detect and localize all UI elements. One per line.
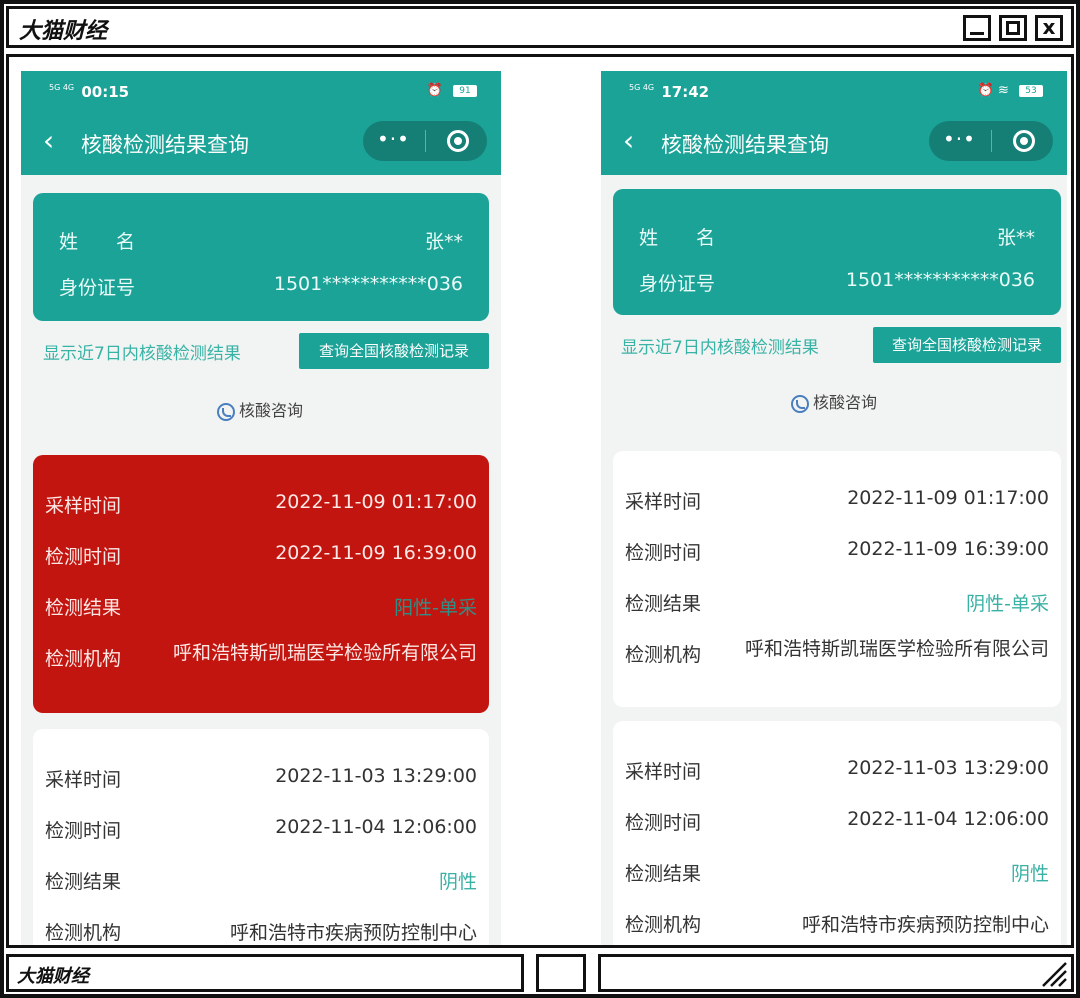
- result-value: 阳性-单采: [394, 597, 477, 619]
- back-chevron-icon[interactable]: ‹: [43, 127, 54, 155]
- close-miniprogram-icon[interactable]: [447, 130, 469, 152]
- page-title: 核酸检测结果查询: [81, 133, 249, 157]
- sample-time-value: 2022-11-09 01:17:00: [275, 491, 477, 513]
- page-title: 核酸检测结果查询: [661, 133, 829, 157]
- content-frame: 5G 4G 00:15 ⏰ 91 ‹ 核酸检测结果查询 •·• 姓 名 张** …: [6, 54, 1074, 948]
- app-header: 5G 4G 17:42 ⏰ ≋ 53 ‹ 核酸检测结果查询 •·•: [601, 71, 1067, 175]
- institution-label: 检测机构: [45, 922, 122, 944]
- status-bar-time: 5G 4G 00:15: [49, 83, 129, 101]
- window-brand: 大猫财经: [19, 19, 108, 44]
- minimize-button[interactable]: [963, 15, 991, 41]
- signal-icon: 5G 4G: [629, 83, 655, 92]
- footer-brand: 大猫财经: [17, 966, 89, 987]
- record-card[interactable]: 采样时间 2022-11-03 13:29:00 检测时间 2022-11-04…: [613, 721, 1061, 945]
- alarm-icon: ⏰: [977, 83, 994, 98]
- clock-text: 00:15: [81, 83, 130, 101]
- phone-icon: [217, 402, 235, 421]
- id-number-value: 1501***********036: [273, 273, 463, 295]
- clock-text: 17:42: [661, 83, 710, 101]
- test-time-label: 检测时间: [45, 546, 122, 568]
- name-label: 姓 名: [639, 227, 716, 249]
- app-header: 5G 4G 00:15 ⏰ 91 ‹ 核酸检测结果查询 •·•: [21, 71, 501, 175]
- status-bar-right: ⏰ 91: [427, 83, 477, 98]
- result-label: 检测结果: [625, 593, 702, 615]
- result-value: 阴性-单采: [966, 593, 1049, 615]
- consult-link[interactable]: 核酸咨询: [791, 389, 877, 413]
- miniprogram-capsule: •·•: [929, 121, 1053, 161]
- sample-time-label: 采样时间: [625, 761, 702, 783]
- institution-value: 呼和浩特市疾病预防控制中心: [229, 922, 477, 944]
- status-bar-right: ⏰ ≋ 53: [978, 83, 1043, 98]
- signal-icon: 5G 4G: [49, 83, 75, 92]
- test-time-value: 2022-11-09 16:39:00: [847, 538, 1049, 560]
- institution-label: 检测机构: [45, 648, 122, 670]
- institution-label: 检测机构: [625, 914, 702, 936]
- window-titlebar: 大猫财经 x: [6, 6, 1074, 48]
- consult-label: 核酸咨询: [813, 393, 878, 412]
- battery-icon: 53: [1019, 84, 1043, 97]
- record-card-positive[interactable]: 采样时间 2022-11-09 01:17:00 检测时间 2022-11-09…: [33, 455, 489, 713]
- name-label: 姓 名: [59, 231, 136, 253]
- sample-time-label: 采样时间: [625, 491, 702, 513]
- seven-day-hint: 显示近7日内核酸检测结果: [43, 344, 241, 364]
- test-time-label: 检测时间: [45, 820, 122, 842]
- capsule-divider: [991, 130, 992, 152]
- sample-time-label: 采样时间: [45, 495, 122, 517]
- more-icon[interactable]: •·•: [943, 127, 976, 151]
- institution-value: 呼和浩特斯凯瑞医学检验所有限公司: [172, 642, 477, 664]
- consult-label: 核酸咨询: [239, 401, 304, 420]
- result-label: 检测结果: [625, 863, 702, 885]
- institution-value: 呼和浩特斯凯瑞医学检验所有限公司: [744, 638, 1049, 660]
- institution-value: 呼和浩特市疾病预防控制中心: [801, 914, 1049, 936]
- status-bar-time: 5G 4G 17:42: [629, 83, 709, 101]
- close-button[interactable]: x: [1035, 15, 1063, 41]
- identity-card: 姓 名 张** 身份证号 1501***********036: [33, 193, 489, 321]
- sample-time-value: 2022-11-03 13:29:00: [275, 765, 477, 787]
- test-time-label: 检测时间: [625, 542, 702, 564]
- test-time-value: 2022-11-04 12:06:00: [275, 816, 477, 838]
- name-value: 张**: [996, 227, 1035, 249]
- maximize-button[interactable]: [999, 15, 1027, 41]
- phone-icon: [791, 394, 809, 413]
- footer-brand-box: 大猫财经: [6, 954, 524, 992]
- sample-time-label: 采样时间: [45, 769, 122, 791]
- phone-screenshot-left: 5G 4G 00:15 ⏰ 91 ‹ 核酸检测结果查询 •·• 姓 名 张** …: [21, 71, 501, 945]
- test-time-label: 检测时间: [625, 812, 702, 834]
- result-label: 检测结果: [45, 871, 122, 893]
- institution-label: 检测机构: [625, 644, 702, 666]
- close-miniprogram-icon[interactable]: [1013, 130, 1035, 152]
- consult-link[interactable]: 核酸咨询: [217, 397, 303, 421]
- identity-card: 姓 名 张** 身份证号 1501***********036: [613, 189, 1061, 315]
- close-icon: x: [1042, 15, 1056, 39]
- test-time-value: 2022-11-09 16:39:00: [275, 542, 477, 564]
- id-number-value: 1501***********036: [845, 269, 1035, 291]
- result-label: 检测结果: [45, 597, 122, 619]
- back-chevron-icon[interactable]: ‹: [623, 127, 634, 155]
- record-card[interactable]: 采样时间 2022-11-09 01:17:00 检测时间 2022-11-09…: [613, 451, 1061, 707]
- footer-box-wide: [598, 954, 1074, 992]
- test-time-value: 2022-11-04 12:06:00: [847, 808, 1049, 830]
- result-value: 阴性: [438, 871, 477, 893]
- result-value: 阴性: [1010, 863, 1049, 885]
- nationwide-records-button[interactable]: 查询全国核酸检测记录: [873, 327, 1061, 363]
- more-icon[interactable]: •·•: [377, 127, 410, 151]
- seven-day-hint: 显示近7日内核酸检测结果: [621, 338, 819, 358]
- name-value: 张**: [424, 231, 463, 253]
- sample-time-value: 2022-11-03 13:29:00: [847, 757, 1049, 779]
- id-number-label: 身份证号: [639, 273, 716, 295]
- record-card[interactable]: 采样时间 2022-11-03 13:29:00 检测时间 2022-11-04…: [33, 729, 489, 945]
- id-number-label: 身份证号: [59, 277, 136, 299]
- wifi-icon: ≋: [997, 83, 1009, 98]
- phone-screenshot-right: 5G 4G 17:42 ⏰ ≋ 53 ‹ 核酸检测结果查询 •·• 姓 名 张*…: [601, 71, 1067, 945]
- miniprogram-capsule: •·•: [363, 121, 487, 161]
- resize-grip-icon[interactable]: [1037, 959, 1067, 987]
- nationwide-records-button[interactable]: 查询全国核酸检测记录: [299, 333, 489, 369]
- sample-time-value: 2022-11-09 01:17:00: [847, 487, 1049, 509]
- battery-icon: 91: [453, 84, 477, 97]
- capsule-divider: [425, 130, 426, 152]
- footer-box-small: [536, 954, 586, 992]
- alarm-icon: ⏰: [426, 83, 443, 98]
